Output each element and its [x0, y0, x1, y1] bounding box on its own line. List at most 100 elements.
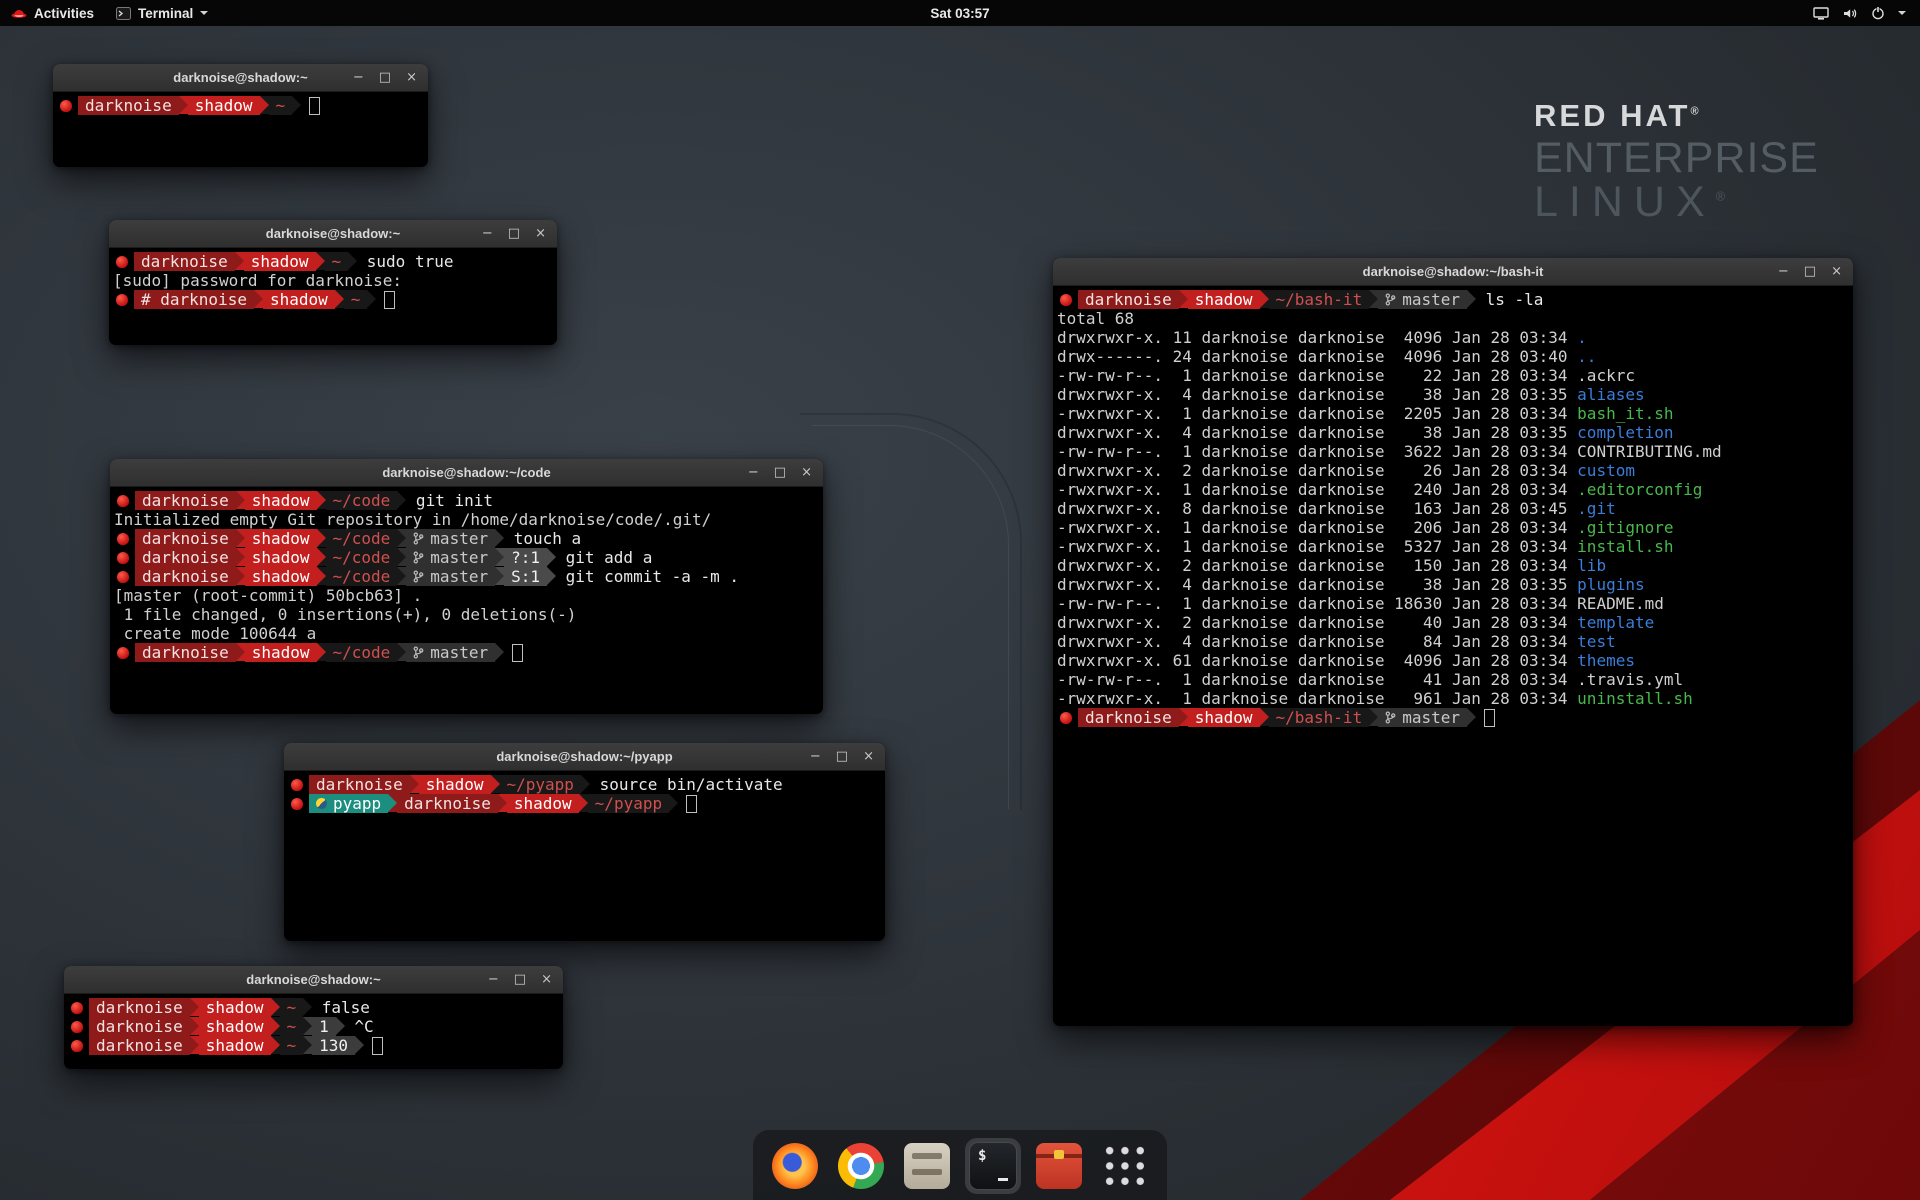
powerline-arrow	[317, 491, 326, 509]
terminal-screen[interactable]: darknoiseshadow~	[53, 92, 428, 167]
terminal-line: drwxrwxr-x. 4 darknoise darknoise 38 Jan…	[1057, 423, 1851, 442]
toolbox-dock-button[interactable]	[1031, 1138, 1087, 1194]
top-bar: Activities Terminal Sat 03:57	[0, 0, 1920, 26]
close-button[interactable]: ×	[863, 750, 874, 763]
minimize-button[interactable]: −	[353, 71, 364, 84]
terminal-text: total 68	[1057, 309, 1134, 328]
terminal-text: completion	[1577, 423, 1673, 442]
terminal-text: .travis.yml	[1577, 670, 1683, 689]
prompt-segment-user: darknoise	[309, 775, 410, 794]
system-status-area[interactable]	[1799, 0, 1920, 26]
redhat-prompt-icon	[71, 1040, 83, 1052]
terminal-line: -rwxrwxr-x. 1 darknoise darknoise 5327 J…	[1057, 537, 1851, 556]
powerline-arrow	[190, 998, 199, 1016]
prompt-segment-path: ~	[344, 290, 368, 309]
terminal-text: aliases	[1577, 385, 1644, 404]
minimize-button[interactable]: −	[482, 227, 493, 240]
powerline-arrow	[581, 775, 590, 793]
maximize-button[interactable]: □	[836, 750, 848, 763]
window-titlebar[interactable]: darknoise@shadow:~/pyapp−□×	[284, 743, 885, 771]
prompt-segment-path: ~/code	[326, 529, 398, 548]
powerline-arrow	[271, 1017, 280, 1035]
terminal-icon	[969, 1142, 1017, 1190]
window-titlebar[interactable]: darknoise@shadow:~/bash-it−□×	[1053, 258, 1853, 286]
firefox-dock-button[interactable]	[767, 1138, 823, 1194]
terminal-text: git commit -a -m .	[556, 567, 739, 586]
close-button[interactable]: ×	[541, 973, 552, 986]
terminal-line: drwxrwxr-x. 4 darknoise darknoise 84 Jan…	[1057, 632, 1851, 651]
prompt-segment-host: shadow	[188, 96, 260, 115]
terminal-text: CONTRIBUTING.md	[1577, 442, 1722, 461]
close-button[interactable]: ×	[1831, 265, 1842, 278]
terminal-line: drwxrwxr-x. 2 darknoise darknoise 26 Jan…	[1057, 461, 1851, 480]
terminal-line: darknoiseshadow~130	[68, 1036, 561, 1055]
terminal-line: -rwxrwxr-x. 1 darknoise darknoise 206 Ja…	[1057, 518, 1851, 537]
files-dock-button[interactable]	[899, 1138, 955, 1194]
close-button[interactable]: ×	[406, 71, 417, 84]
window-titlebar[interactable]: darknoise@shadow:~−□×	[109, 220, 557, 248]
terminal-window: darknoise@shadow:~/bash-it−□×darknoisesh…	[1053, 258, 1853, 1026]
terminal-screen[interactable]: darknoiseshadow~/bash-itmaster ls -latot…	[1053, 286, 1853, 1026]
terminal-line: -rwxrwxr-x. 1 darknoise darknoise 240 Ja…	[1057, 480, 1851, 499]
app-menu-terminal[interactable]: Terminal	[105, 0, 219, 26]
activities-button[interactable]: Activities	[0, 0, 105, 26]
terminal-text: drwxrwxr-x. 11 darknoise darknoise 4096 …	[1057, 328, 1577, 347]
chrome-dock-button[interactable]	[833, 1138, 889, 1194]
terminal-screen[interactable]: darknoiseshadow~/pyapp source bin/activa…	[284, 771, 885, 941]
prompt-segment-git: master	[406, 643, 495, 662]
app-grid-dock-button[interactable]	[1097, 1138, 1153, 1194]
prompt-segment-host: shadow	[199, 1036, 271, 1055]
terminal-text: plugins	[1577, 575, 1644, 594]
clock[interactable]: Sat 03:57	[930, 0, 989, 26]
maximize-button[interactable]: □	[379, 71, 391, 84]
powerline-arrow	[367, 290, 376, 308]
terminal-line: drwxrwxr-x. 4 darknoise darknoise 38 Jan…	[1057, 385, 1851, 404]
prompt-segment-user: darknoise	[135, 643, 236, 662]
redhat-logo-icon	[11, 6, 27, 20]
terminal-line: darknoiseshadow~ false	[68, 998, 561, 1017]
window-titlebar[interactable]: darknoise@shadow:~−□×	[64, 966, 563, 994]
maximize-button[interactable]: □	[508, 227, 520, 240]
window-titlebar[interactable]: darknoise@shadow:~ − □ ×	[53, 64, 428, 92]
redhat-prompt-icon	[116, 256, 128, 268]
terminal-text: template	[1577, 613, 1654, 632]
powerline-arrow	[317, 643, 326, 661]
minimize-button[interactable]: −	[1778, 265, 1789, 278]
window-titlebar[interactable]: darknoise@shadow:~/code−□×	[110, 459, 823, 487]
terminal-text: .editorconfig	[1577, 480, 1702, 499]
prompt-segment-user: darknoise	[135, 529, 236, 548]
terminal-text: source bin/activate	[590, 775, 783, 794]
terminal-app-icon	[116, 7, 131, 20]
powerline-arrow	[236, 567, 245, 585]
terminal-text: -rwxrwxr-x. 1 darknoise darknoise 2205 J…	[1057, 404, 1577, 423]
git-branch-icon	[413, 570, 424, 583]
chrome-icon	[838, 1143, 884, 1189]
terminal-screen[interactable]: darknoiseshadow~ falsedarknoiseshadow~1 …	[64, 994, 563, 1069]
minimize-button[interactable]: −	[748, 466, 759, 479]
maximize-button[interactable]: □	[774, 466, 786, 479]
powerline-arrow	[495, 643, 504, 661]
close-button[interactable]: ×	[801, 466, 812, 479]
terminal-cursor	[686, 795, 697, 813]
terminal-line: 1 file changed, 0 insertions(+), 0 delet…	[114, 605, 821, 624]
terminal-screen[interactable]: darknoiseshadow~ sudo true[sudo] passwor…	[109, 248, 557, 345]
chevron-down-icon	[200, 11, 208, 15]
terminal-text: lib	[1577, 556, 1606, 575]
window-title: darknoise@shadow:~	[173, 70, 307, 85]
terminal-line: drwxrwxr-x. 2 darknoise darknoise 150 Ja…	[1057, 556, 1851, 575]
minimize-button[interactable]: −	[810, 750, 821, 763]
maximize-button[interactable]: □	[514, 973, 526, 986]
powerline-arrow	[190, 1036, 199, 1054]
prompt-segment-exit: 1	[312, 1017, 336, 1036]
prompt-segment-path: ~/pyapp	[500, 775, 581, 794]
brand-enterprise: ENTERPRISE	[1534, 137, 1819, 181]
powerline-arrow	[1260, 708, 1269, 726]
terminal-screen[interactable]: darknoiseshadow~/code git initInitialize…	[110, 487, 823, 714]
minimize-button[interactable]: −	[488, 973, 499, 986]
terminal-dock-button[interactable]	[965, 1138, 1021, 1194]
prompt-segment-gitst: ?:1	[504, 548, 547, 567]
close-button[interactable]: ×	[535, 227, 546, 240]
terminal-text: README.md	[1577, 594, 1664, 613]
maximize-button[interactable]: □	[1804, 265, 1816, 278]
powerline-arrow	[579, 794, 588, 812]
